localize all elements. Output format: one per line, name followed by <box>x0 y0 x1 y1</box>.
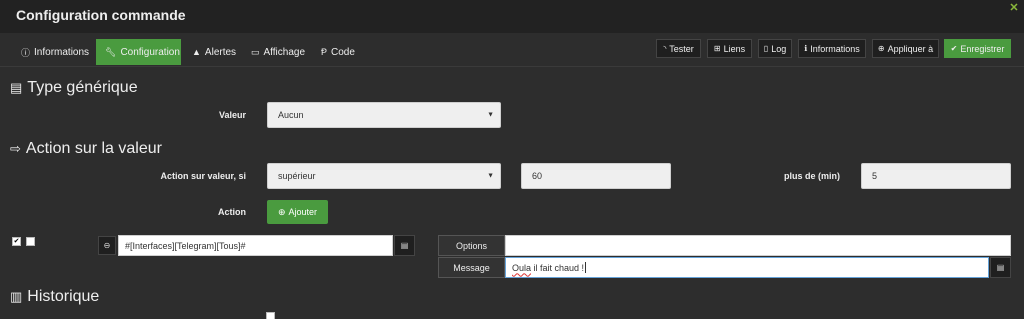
caret-down-icon: ▼ <box>487 172 494 180</box>
rss-icon: ◝ <box>663 44 667 53</box>
options-label-text: Options <box>455 240 488 251</box>
tab-label: Configuration <box>120 46 180 58</box>
threshold-value: 60 <box>532 171 543 181</box>
tab-label: Affichage <box>263 46 306 58</box>
tester-button[interactable]: ◝ Tester <box>656 39 701 58</box>
window-title: Configuration commande <box>16 7 186 23</box>
duration-value: 5 <box>872 171 878 181</box>
duration-label: plus de (min) <box>784 171 840 181</box>
warning-icon: ▲ <box>192 47 201 57</box>
historique-checkbox[interactable] <box>266 312 275 319</box>
tab-code[interactable]: Ᵽ Code <box>312 39 364 65</box>
tab-bar: ⓘ Informations 🔧︎ Configuration ▲ Alerte… <box>0 33 1024 67</box>
check-circle-icon: ✔ <box>950 44 958 53</box>
message-text: il fait chaud ! <box>531 262 585 273</box>
tab-informations[interactable]: ⓘ Informations <box>12 39 98 65</box>
tab-label: Informations <box>34 46 90 58</box>
desktop-icon: ▭ <box>251 46 260 57</box>
caret-down-icon: ▼ <box>487 111 494 119</box>
action-valeur-heading: ⇨ Action sur la valeur <box>10 140 162 158</box>
log-label: Log <box>771 43 787 54</box>
enregistrer-label: Enregistrer <box>960 43 1005 54</box>
action-label: Action <box>218 207 246 217</box>
options-input[interactable] <box>505 235 1011 256</box>
minus-circle-icon: ⊖ <box>103 241 111 250</box>
message-label: Message <box>438 257 505 278</box>
tab-affichage[interactable]: ▭ Affichage <box>242 39 314 65</box>
command-list-button[interactable]: ▤ <box>394 235 415 256</box>
threshold-input[interactable]: 60 <box>521 163 671 189</box>
duration-input[interactable]: 5 <box>861 163 1011 189</box>
command-value: #[Interfaces][Telegram][Tous]# <box>125 240 246 251</box>
valeur-select-value: Aucun <box>278 110 304 120</box>
informations-button[interactable]: ℹ Informations <box>798 39 866 58</box>
section-title: Historique <box>27 288 100 305</box>
wrench-icon: 🔧︎ <box>105 46 117 57</box>
info-circle-icon: ⓘ <box>21 47 31 58</box>
code-icon: Ᵽ <box>321 47 328 57</box>
tablet-icon: ▤ <box>10 80 23 95</box>
valeur-label: Valeur <box>218 110 246 120</box>
close-icon[interactable]: ✕ <box>1008 2 1020 14</box>
tester-label: Tester <box>669 43 694 54</box>
sitemap-icon: ⊞ <box>713 44 721 53</box>
enregistrer-button[interactable]: ✔ Enregistrer <box>944 39 1011 58</box>
valeur-select[interactable]: Aucun ▼ <box>267 102 501 128</box>
message-list-button[interactable]: ▤ <box>990 257 1011 278</box>
appliquer-label: Appliquer à <box>887 43 934 54</box>
list-alt-icon: ▤ <box>996 263 1005 272</box>
plus-circle-icon: ⊕ <box>277 206 286 217</box>
tab-configuration[interactable]: 🔧︎ Configuration <box>96 39 181 65</box>
plus-circle-icon: ⊕ <box>877 44 885 53</box>
type-generique-heading: ▤ Type générique <box>10 79 138 97</box>
command-input[interactable]: #[Interfaces][Telegram][Tous]# <box>118 235 393 256</box>
condition-select-value: supérieur <box>278 171 316 181</box>
message-misspelled-word: Oula <box>512 262 532 273</box>
tab-label: Alertes <box>204 46 237 58</box>
informations-label: Informations <box>810 43 860 54</box>
tab-alertes[interactable]: ▲ Alertes <box>183 39 245 65</box>
action-enabled-checkbox[interactable]: ✔ <box>12 237 21 246</box>
historique-heading: ▥ Historique <box>10 288 99 306</box>
text-cursor <box>585 262 587 273</box>
liens-button[interactable]: ⊞ Liens <box>707 39 752 58</box>
log-button[interactable]: ▯ Log <box>758 39 792 58</box>
message-input[interactable]: Oula il fait chaud ! <box>505 257 989 278</box>
file-icon: ▯ <box>763 44 769 53</box>
options-label: Options <box>438 235 505 256</box>
section-title: Action sur la valeur <box>25 140 162 157</box>
list-alt-icon: ▤ <box>400 241 409 250</box>
liens-label: Liens <box>723 43 746 54</box>
appliquer-button[interactable]: ⊕ Appliquer à <box>872 39 939 58</box>
add-action-label: Ajouter <box>288 207 318 217</box>
message-label-text: Message <box>453 262 490 273</box>
action-parallel-checkbox[interactable] <box>26 237 35 246</box>
bar-chart-icon: ▥ <box>10 289 23 304</box>
add-action-button[interactable]: ⊕ Ajouter <box>267 200 328 224</box>
sign-out-icon: ⇨ <box>10 141 21 156</box>
info-icon: ℹ <box>804 44 808 53</box>
tab-label: Code <box>331 46 355 58</box>
remove-action-button[interactable]: ⊖ <box>98 236 116 255</box>
section-title: Type générique <box>27 79 138 96</box>
condition-label: Action sur valeur, si <box>160 171 246 181</box>
title-bar: Configuration commande ✕ <box>0 0 1024 33</box>
condition-select[interactable]: supérieur ▼ <box>267 163 501 189</box>
